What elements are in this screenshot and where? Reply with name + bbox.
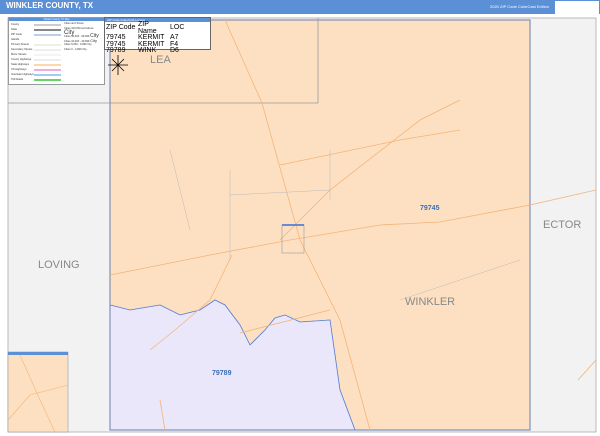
zip-label-79789: 79789 xyxy=(212,370,232,377)
legend-item: Interstate Highways xyxy=(11,73,34,76)
county-label-loving: LOVING xyxy=(38,259,80,271)
legend-item: County Highways xyxy=(11,58,32,61)
city-sample: City xyxy=(82,48,87,51)
county-label-ector: ECTOR xyxy=(543,219,582,231)
cities-title: Cities and Towns xyxy=(64,22,84,25)
legend-item: Islands xyxy=(11,38,20,41)
city-class: Cities 5,000 - 9,999 xyxy=(64,43,87,46)
header-bar: WINKLER COUNTY, TX 2020 ZIP Code ColorCa… xyxy=(0,0,600,14)
zip-index-table: ZIP Code Index/Grid Locator ZIP Code ZIP … xyxy=(104,17,211,54)
legend-title: Winkler County, TX Map xyxy=(9,18,104,21)
legend-item: US Highways xyxy=(11,68,27,71)
inset-map xyxy=(7,351,69,433)
legend-item: Primary Streets xyxy=(11,43,29,46)
map-legend: Winkler County, TX Map County State ZIP … xyxy=(8,17,105,85)
county-label-winkler: WINKLER xyxy=(405,296,456,308)
publisher-logo xyxy=(555,1,599,14)
legend-item: ZIP Code xyxy=(11,33,22,36)
legend-item: Secondary Streets xyxy=(11,48,33,51)
legend-item: State Highways xyxy=(11,63,30,66)
legend-item: Toll Roads xyxy=(11,78,24,81)
legend-item: County xyxy=(11,23,20,26)
zip-label-79745: 79745 xyxy=(420,205,440,212)
legend-item: Minor Streets xyxy=(11,53,27,56)
legend-item: State xyxy=(11,28,18,31)
county-label-lea: LEA xyxy=(150,54,171,66)
map-title: WINKLER COUNTY, TX xyxy=(6,1,94,10)
city-class: Cities 0 - 4,999 xyxy=(64,48,82,51)
city-sample: City xyxy=(87,43,92,46)
edition-label: 2020 ZIP Code ColorCast Edition xyxy=(490,4,550,9)
